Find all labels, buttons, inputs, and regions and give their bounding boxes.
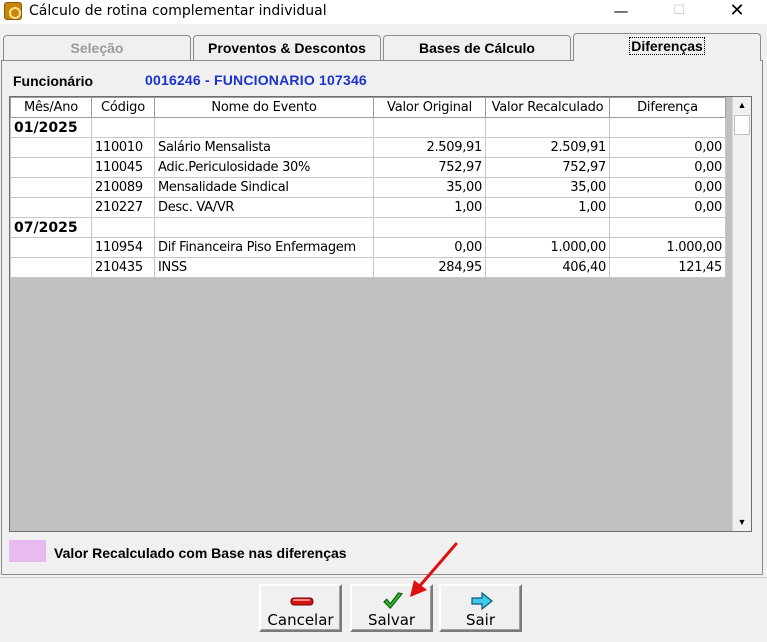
cancel-icon: [290, 597, 314, 606]
tab-bases-calculo[interactable]: Bases de Cálculo: [383, 35, 571, 60]
grid-header-row: Mês/Ano Código Nome do Evento Valor Orig…: [10, 97, 726, 118]
event-name-cell[interactable]: Desc. VA/VR: [154, 197, 374, 218]
table-row[interactable]: 110045 Adic.Periculosidade 30% 752,97 75…: [10, 157, 726, 178]
scroll-up-icon[interactable]: ▲: [733, 97, 751, 114]
original-value-cell[interactable]: 284,95: [373, 257, 486, 278]
col-header-codigo[interactable]: Código: [91, 97, 155, 118]
month-cell[interactable]: [10, 177, 92, 198]
month-cell[interactable]: [10, 137, 92, 158]
col-header-diferenca[interactable]: Diferença: [609, 97, 726, 118]
original-value-cell[interactable]: 0,00: [373, 237, 486, 258]
original-value-cell[interactable]: 752,97: [373, 157, 486, 178]
code-cell[interactable]: 210435: [91, 257, 155, 278]
table-row[interactable]: 110954 Dif Financeira Piso Enfermagem 0,…: [10, 237, 726, 258]
empty-cell[interactable]: [485, 117, 610, 138]
recalc-value-cell[interactable]: 35,00: [485, 177, 610, 198]
original-value-cell[interactable]: 2.509,91: [373, 137, 486, 158]
difference-cell[interactable]: 0,00: [609, 137, 726, 158]
employee-label: Funcionário: [13, 73, 94, 89]
difference-cell[interactable]: 0,00: [609, 157, 726, 178]
differences-grid[interactable]: Mês/Ano Código Nome do Evento Valor Orig…: [9, 96, 752, 532]
code-cell[interactable]: 210089: [91, 177, 155, 198]
table-row-group[interactable]: 07/2025: [10, 217, 726, 238]
app-icon: [4, 2, 22, 20]
employee-value: 0016246 - FUNCIONARIO 107346: [145, 72, 367, 88]
empty-cell[interactable]: [91, 117, 155, 138]
empty-cell[interactable]: [373, 117, 486, 138]
month-cell[interactable]: [10, 197, 92, 218]
recalc-value-cell[interactable]: 2.509,91: [485, 137, 610, 158]
event-name-cell[interactable]: INSS: [154, 257, 374, 278]
difference-cell[interactable]: 0,00: [609, 197, 726, 218]
event-name-cell[interactable]: Adic.Periculosidade 30%: [154, 157, 374, 178]
exit-label: Sair: [465, 611, 496, 629]
code-cell[interactable]: 210227: [91, 197, 155, 218]
original-value-cell[interactable]: 35,00: [373, 177, 486, 198]
legend-color-swatch: [9, 540, 46, 562]
month-cell[interactable]: [10, 237, 92, 258]
cancel-button[interactable]: Cancelar: [259, 584, 342, 632]
month-cell[interactable]: [10, 257, 92, 278]
table-row[interactable]: 210435 INSS 284,95 406,40 121,45: [10, 257, 726, 278]
empty-cell[interactable]: [485, 217, 610, 238]
minimize-button[interactable]: —: [598, 0, 644, 24]
empty-cell[interactable]: [609, 117, 726, 138]
separator: [0, 577, 767, 578]
col-header-nome-evento[interactable]: Nome do Evento: [154, 97, 374, 118]
arrow-right-icon: [471, 592, 493, 610]
maximize-button[interactable]: ☐: [656, 0, 702, 24]
title-bar: Cálculo de rotina complementar individua…: [0, 0, 767, 24]
recalc-value-cell[interactable]: 406,40: [485, 257, 610, 278]
recalc-value-cell[interactable]: 1.000,00: [485, 237, 610, 258]
difference-cell[interactable]: 121,45: [609, 257, 726, 278]
empty-cell[interactable]: [373, 217, 486, 238]
table-row[interactable]: 210089 Mensalidade Sindical 35,00 35,00 …: [10, 177, 726, 198]
cancel-label: Cancelar: [267, 611, 334, 629]
month-cell[interactable]: 07/2025: [10, 217, 92, 238]
legend-text: Valor Recalculado com Base nas diferença…: [54, 545, 347, 561]
differences-table: Mês/Ano Código Nome do Evento Valor Orig…: [10, 97, 726, 278]
empty-cell[interactable]: [609, 217, 726, 238]
table-row-group[interactable]: 01/2025: [10, 117, 726, 138]
empty-cell[interactable]: [91, 217, 155, 238]
event-name-cell[interactable]: Dif Financeira Piso Enfermagem: [154, 237, 374, 258]
scroll-thumb[interactable]: [734, 115, 750, 135]
vertical-scrollbar[interactable]: ▲ ▼: [732, 97, 751, 531]
tab-selecao[interactable]: Seleção: [3, 35, 191, 60]
scroll-down-icon[interactable]: ▼: [733, 514, 751, 531]
close-button[interactable]: ✕: [714, 0, 760, 24]
col-header-valor-original[interactable]: Valor Original: [373, 97, 486, 118]
month-cell[interactable]: [10, 157, 92, 178]
save-label: Salvar: [367, 611, 416, 629]
original-value-cell[interactable]: 1,00: [373, 197, 486, 218]
event-name-cell[interactable]: Salário Mensalista: [154, 137, 374, 158]
month-cell[interactable]: 01/2025: [10, 117, 92, 138]
tab-diferencas[interactable]: Diferenças: [573, 33, 761, 61]
empty-cell[interactable]: [154, 217, 374, 238]
annotation-arrow-icon: [410, 542, 458, 597]
tab-diferencas-label: Diferenças: [629, 37, 705, 55]
window-title: Cálculo de rotina complementar individua…: [29, 3, 327, 19]
code-cell[interactable]: 110954: [91, 237, 155, 258]
tab-proventos-descontos[interactable]: Proventos & Descontos: [193, 35, 381, 60]
col-header-mes-ano[interactable]: Mês/Ano: [10, 97, 92, 118]
difference-cell[interactable]: 0,00: [609, 177, 726, 198]
difference-cell[interactable]: 1.000,00: [609, 237, 726, 258]
table-row[interactable]: 210227 Desc. VA/VR 1,00 1,00 0,00: [10, 197, 726, 218]
recalc-value-cell[interactable]: 1,00: [485, 197, 610, 218]
table-row[interactable]: 110010 Salário Mensalista 2.509,91 2.509…: [10, 137, 726, 158]
recalc-value-cell[interactable]: 752,97: [485, 157, 610, 178]
empty-cell[interactable]: [154, 117, 374, 138]
code-cell[interactable]: 110045: [91, 157, 155, 178]
code-cell[interactable]: 110010: [91, 137, 155, 158]
event-name-cell[interactable]: Mensalidade Sindical: [154, 177, 374, 198]
col-header-valor-recalculado[interactable]: Valor Recalculado: [485, 97, 610, 118]
